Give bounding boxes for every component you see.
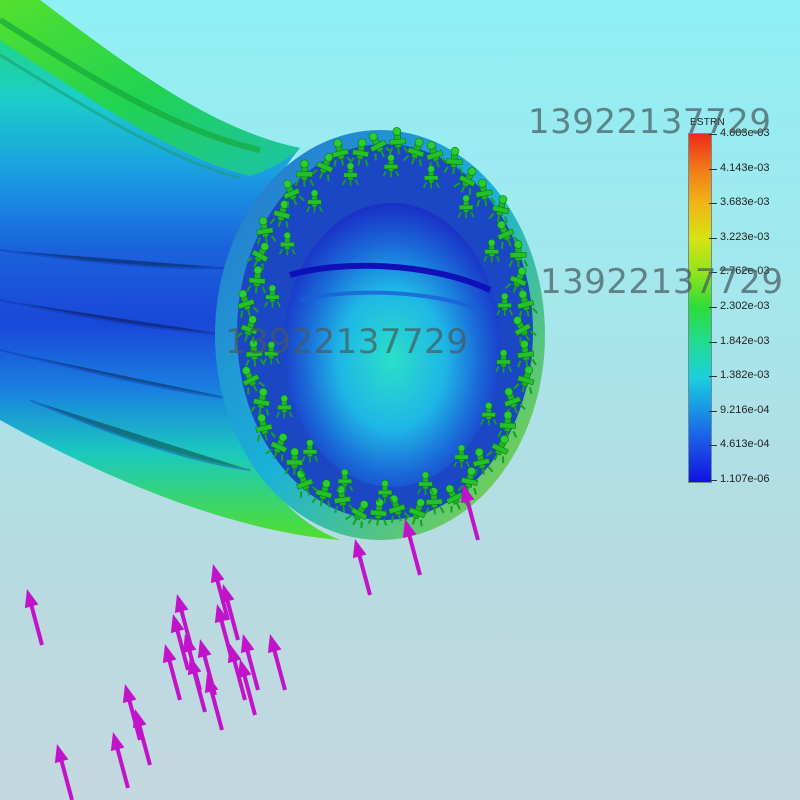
cad-viewport[interactable]: ESTRN 4.603e-03 4.143e-03 3.683e-03 3.223e-… bbox=[0, 0, 800, 800]
watermark-text: 13922137729 bbox=[540, 262, 784, 302]
legend-tick bbox=[709, 445, 717, 447]
load-arrow-icon bbox=[104, 728, 137, 792]
watermark-text: 13922137729 bbox=[528, 102, 772, 142]
legend-value-label: 1.107e-06 bbox=[720, 473, 770, 485]
legend-tick bbox=[709, 168, 717, 170]
legend-value-label: 3.683e-03 bbox=[720, 196, 770, 209]
legend-value-label: 4.613e-04 bbox=[720, 438, 770, 451]
load-arrow-icon bbox=[261, 630, 294, 694]
load-arrow-icon bbox=[18, 585, 51, 649]
load-arrow-icon bbox=[346, 535, 379, 599]
legend-value-label: 1.842e-03 bbox=[720, 334, 770, 347]
legend-value-label: 1.382e-03 bbox=[720, 369, 770, 382]
legend-tick bbox=[709, 237, 717, 239]
legend-tick bbox=[709, 480, 717, 481]
legend-value-label: 9.216e-04 bbox=[720, 403, 770, 416]
legend-tick bbox=[709, 203, 717, 205]
load-arrow-icon bbox=[198, 670, 231, 734]
load-arrow-icon bbox=[48, 740, 81, 800]
legend-value-label: 3.223e-03 bbox=[720, 230, 770, 243]
load-arrow-icon bbox=[176, 630, 209, 694]
legend-tick bbox=[709, 376, 717, 378]
legend-tick bbox=[709, 410, 717, 412]
legend-tick bbox=[709, 307, 717, 308]
legend-tick bbox=[709, 341, 717, 343]
watermark-text: 13922137729 bbox=[225, 322, 469, 362]
legend-value-label: 4.143e-03 bbox=[720, 161, 770, 174]
legend-color-bar bbox=[688, 133, 712, 483]
